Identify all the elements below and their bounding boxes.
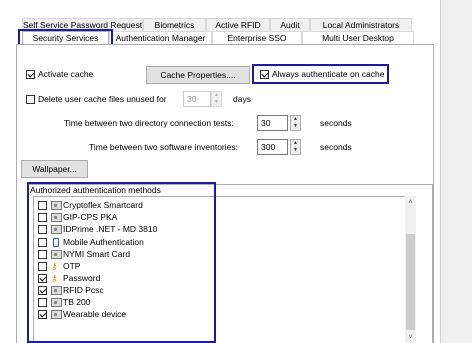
auth-methods-scrollbar[interactable]: ˄ ˅ xyxy=(405,196,416,343)
settings-dialog: Self Service Password Request Biometrics… xyxy=(0,0,441,343)
list-item-label: TB 200 xyxy=(63,297,91,307)
auth-methods-list[interactable]: Cryptoflex Smartcard GIP-CPS PKA IDPrime… xyxy=(33,196,416,343)
list-item-label: Wearable device xyxy=(63,309,127,319)
otp-checkbox[interactable] xyxy=(38,262,47,271)
delete-days-stepper[interactable]: ▲ ▼ xyxy=(211,91,222,107)
directory-test-unit: seconds xyxy=(320,118,352,128)
tab-local-administrators[interactable]: Local Administrators xyxy=(310,18,412,31)
smartcard-icon xyxy=(51,298,62,307)
activate-cache-checkbox[interactable] xyxy=(26,70,35,79)
smartcard-icon xyxy=(51,310,62,319)
smartcard-icon xyxy=(51,250,62,259)
list-item-label: GIP-CPS PKA xyxy=(63,212,118,222)
directory-test-stepper[interactable]: ▲ ▼ xyxy=(290,115,301,131)
tab-biometrics[interactable]: Biometrics xyxy=(143,18,206,31)
activate-cache-label: Activate cache xyxy=(38,69,94,79)
smartcard-icon xyxy=(51,201,62,210)
tab-row-front: Security Services Authentication Manager… xyxy=(22,31,414,44)
phone-icon xyxy=(53,238,59,247)
key-icon: ⚷ xyxy=(51,273,58,283)
nymi-smart-card-checkbox[interactable] xyxy=(38,250,47,259)
software-inventory-stepper[interactable]: ▲ ▼ xyxy=(290,139,301,155)
tab-multi-user-desktop[interactable]: Multi User Desktop xyxy=(302,31,414,44)
tab-row-back: Self Service Password Request Biometrics… xyxy=(22,18,412,31)
auth-methods-title: Authorized authentication methods xyxy=(30,185,163,196)
list-item-label: Cryptoflex Smartcard xyxy=(63,200,143,210)
delete-cache-files-checkbox[interactable] xyxy=(26,95,35,104)
tb-200-checkbox[interactable] xyxy=(38,298,47,307)
directory-test-input[interactable]: 30 xyxy=(257,115,288,131)
tab-enterprise-sso[interactable]: Enterprise SSO xyxy=(212,31,302,44)
password-checkbox[interactable] xyxy=(38,274,47,283)
always-authenticate-checkbox[interactable] xyxy=(260,70,269,79)
wallpaper-button[interactable]: Wallpaper... xyxy=(21,160,88,178)
scrollbar-thumb[interactable] xyxy=(406,234,415,330)
tab-active-rfid[interactable]: Active RFID xyxy=(206,18,270,31)
smartcard-icon xyxy=(51,286,62,295)
days-unit-label: days xyxy=(233,94,251,104)
list-item-label: Mobile Authentication xyxy=(63,237,144,247)
wearable-device-checkbox[interactable] xyxy=(38,310,47,319)
list-item-label: Password xyxy=(63,273,101,283)
scroll-down-icon[interactable]: ˅ xyxy=(406,333,415,342)
software-inventory-unit: seconds xyxy=(320,142,352,152)
scroll-up-icon[interactable]: ˄ xyxy=(406,198,415,207)
list-item-label: IDPrime .NET - MD 3810 xyxy=(63,224,158,234)
always-authenticate-label: Always authenticate on cache xyxy=(272,69,385,79)
cache-properties-button[interactable]: Cache Properties.... xyxy=(146,66,250,84)
tab-self-service-password-request[interactable]: Self Service Password Request xyxy=(22,18,143,31)
key-icon: ⚷ xyxy=(51,261,58,271)
smartcard-icon xyxy=(51,225,62,234)
tab-security-services[interactable]: Security Services xyxy=(22,31,109,44)
mobile-authentication-checkbox[interactable] xyxy=(38,238,47,247)
list-item-label: RFID Pcsc xyxy=(63,285,104,295)
tab-authentication-manager[interactable]: Authentication Manager xyxy=(109,31,212,44)
rfid-pcsc-checkbox[interactable] xyxy=(38,286,47,295)
list-item-label: NYMI Smart Card xyxy=(63,249,131,259)
directory-test-label: Time between two directory connection te… xyxy=(64,118,234,128)
cryptoflex-smartcard-checkbox[interactable] xyxy=(38,201,47,210)
software-inventory-label: Time between two software inventories: xyxy=(89,142,238,152)
list-item-label: OTP xyxy=(63,261,81,271)
smartcard-icon xyxy=(51,213,62,222)
delete-cache-files-label: Delete user cache files unused for xyxy=(38,94,167,104)
idprime-net-checkbox[interactable] xyxy=(38,225,47,234)
gip-cps-pka-checkbox[interactable] xyxy=(38,213,47,222)
software-inventory-input[interactable]: 300 xyxy=(257,139,288,155)
delete-days-input[interactable]: 30 xyxy=(183,91,211,107)
tab-audit[interactable]: Audit xyxy=(270,18,310,31)
